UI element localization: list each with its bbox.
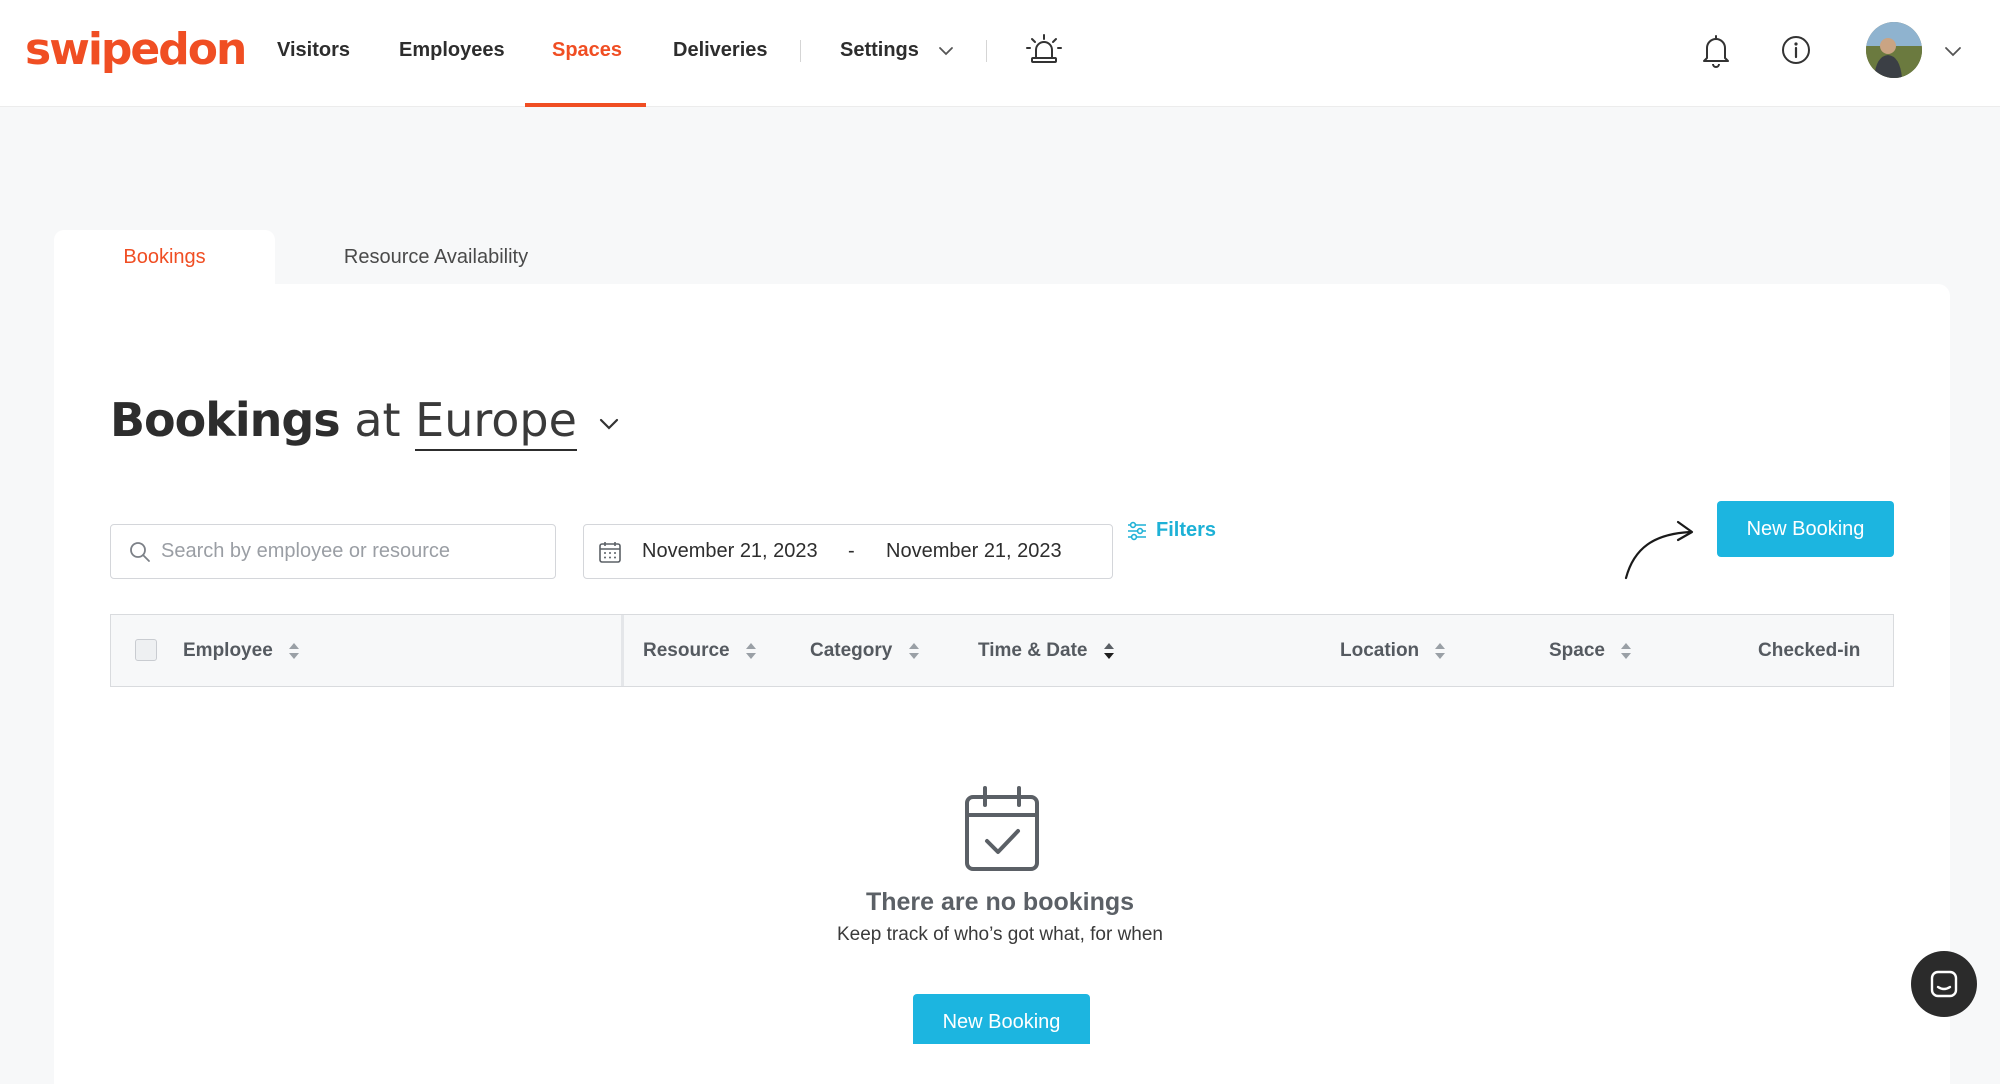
chat-icon (1930, 970, 1958, 998)
column-label: Time & Date (978, 640, 1088, 661)
column-label: Resource (643, 640, 730, 661)
nav-item-settings[interactable]: Settings (840, 0, 954, 107)
nav-item-deliveries[interactable]: Deliveries (673, 0, 768, 107)
calendar-icon (599, 542, 621, 563)
search-icon (130, 542, 150, 562)
active-nav-indicator (525, 103, 646, 107)
sort-icon (1621, 642, 1632, 659)
sort-icon (289, 642, 300, 659)
select-all-checkbox[interactable] (135, 639, 157, 661)
column-header-time-date[interactable]: Time & Date (978, 615, 1115, 686)
page-title-at: at (354, 393, 401, 447)
column-label: Space (1549, 640, 1605, 661)
swipedon-logo[interactable]: swipedon (25, 22, 247, 78)
empty-state-new-booking-button[interactable]: New Booking (913, 994, 1090, 1044)
date-separator: - (848, 540, 855, 562)
nav-item-spaces[interactable]: Spaces (552, 0, 622, 107)
column-label: Checked-in (1758, 640, 1861, 661)
calendar-check-icon (965, 786, 1039, 871)
chevron-down-icon[interactable] (598, 417, 620, 431)
sort-icon-active (1103, 642, 1114, 659)
column-header-location[interactable]: Location (1340, 615, 1446, 686)
top-nav-bar: swipedon Visitors Employees Spaces Deliv… (0, 0, 2000, 107)
tab-bookings[interactable]: Bookings (54, 230, 275, 284)
arrow-pointer-icon (1624, 520, 1694, 580)
start-date[interactable]: November 21, 2023 (642, 525, 818, 578)
column-header-space[interactable]: Space (1549, 615, 1632, 686)
sliders-icon (1128, 521, 1146, 540)
page-title: Bookings at Europe (110, 390, 620, 451)
column-header-resource[interactable]: Resource (643, 615, 757, 686)
nav-divider (986, 40, 987, 62)
search-field[interactable] (110, 524, 556, 579)
nav-divider (800, 40, 801, 62)
column-divider (621, 615, 624, 686)
info-icon[interactable] (1781, 35, 1811, 65)
avatar-photo (1866, 22, 1922, 78)
sort-icon (745, 642, 756, 659)
new-booking-button[interactable]: New Booking (1717, 501, 1894, 557)
empty-state-title: There are no bookings (865, 888, 1135, 916)
chevron-down-icon[interactable] (1944, 46, 1962, 58)
settings-label: Settings (840, 39, 919, 61)
nav-item-employees[interactable]: Employees (399, 0, 505, 107)
location-selector[interactable]: Europe (415, 393, 577, 451)
column-label: Category (810, 640, 893, 661)
sort-icon (908, 642, 919, 659)
column-label: Employee (183, 640, 273, 661)
column-label: Location (1340, 640, 1420, 661)
column-header-checked-in: Checked-in (1758, 615, 1860, 686)
end-date[interactable]: November 21, 2023 (886, 525, 1062, 578)
bookings-table-header: Employee Resource Category Time & Date L… (110, 614, 1894, 687)
sort-icon (1435, 642, 1446, 659)
bell-icon[interactable] (1701, 34, 1731, 68)
chat-launcher-button[interactable] (1911, 951, 1977, 1017)
filters-label: Filters (1156, 519, 1217, 541)
tab-resource-availability[interactable]: Resource Availability (300, 230, 572, 284)
nav-item-visitors[interactable]: Visitors (277, 0, 350, 107)
search-input[interactable] (161, 525, 541, 578)
column-header-category[interactable]: Category (810, 615, 920, 686)
date-range-picker[interactable]: November 21, 2023 - November 21, 2023 (583, 524, 1113, 579)
empty-state-subtitle: Keep track of who’s got what, for when (837, 924, 1163, 945)
page-title-text: Bookings (110, 393, 341, 447)
emergency-alarm-icon[interactable] (1025, 33, 1063, 65)
filters-button[interactable]: Filters (1126, 512, 1216, 548)
column-header-employee[interactable]: Employee (183, 615, 300, 686)
avatar[interactable] (1866, 22, 1922, 78)
chevron-down-icon (939, 46, 954, 55)
